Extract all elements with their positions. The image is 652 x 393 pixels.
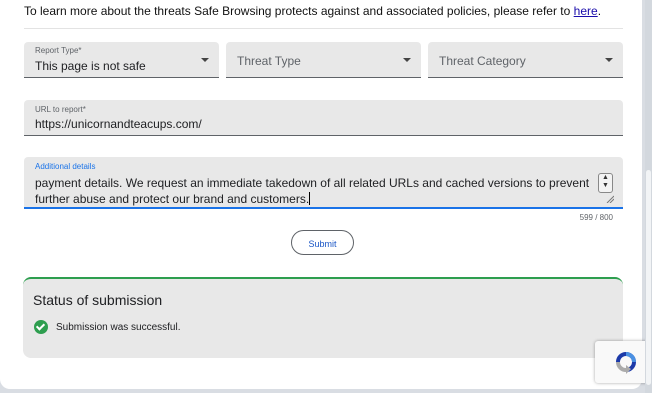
info-text-body: To learn more about the threats Safe Bro… — [24, 4, 574, 18]
submit-button[interactable]: Submit — [291, 230, 354, 255]
status-message: Submission was successful. — [56, 321, 181, 333]
threat-category-placeholder: Threat Category — [439, 54, 526, 68]
status-card: Status of submission Submission was succ… — [23, 277, 623, 358]
status-title: Status of submission — [33, 292, 163, 308]
scrollbar-thumb[interactable] — [646, 170, 651, 385]
check-circle-icon — [34, 320, 48, 334]
recaptcha-badge[interactable] — [595, 341, 652, 383]
status-row: Submission was successful. — [34, 320, 181, 334]
info-text: To learn more about the threats Safe Bro… — [24, 4, 601, 18]
character-counter: 599 / 800 — [579, 213, 613, 222]
report-type-label: Report Type* — [35, 46, 82, 55]
text-cursor — [309, 192, 311, 205]
additional-details-field[interactable]: Additional details payment details. We r… — [24, 157, 623, 209]
chevron-down-icon — [605, 58, 613, 62]
details-value: payment details. We request an immediate… — [35, 176, 590, 206]
report-panel: To learn more about the threats Safe Bro… — [0, 0, 642, 389]
info-period: . — [597, 4, 602, 18]
resize-grip-icon[interactable] — [606, 195, 614, 203]
chevron-down-icon — [403, 58, 411, 62]
report-type-value: This page is not safe — [35, 59, 146, 73]
scroll-spinner-icon[interactable]: ▲ ▼ — [598, 173, 613, 193]
url-label: URL to report* — [35, 105, 86, 114]
details-textarea[interactable]: payment details. We request an immediate… — [35, 175, 595, 207]
url-field[interactable]: URL to report* https://unicornandteacups… — [24, 100, 623, 136]
threat-type-select[interactable]: Threat Type — [226, 42, 421, 78]
divider — [24, 28, 623, 29]
details-label: Additional details — [35, 162, 96, 171]
threat-category-select[interactable]: Threat Category — [428, 42, 623, 78]
url-value[interactable]: https://unicornandteacups.com/ — [35, 117, 202, 131]
here-link[interactable]: here — [574, 4, 598, 18]
threat-type-placeholder: Threat Type — [237, 54, 301, 68]
recaptcha-icon — [616, 352, 636, 374]
report-type-select[interactable]: Report Type* This page is not safe — [24, 42, 219, 78]
page-scrollbar[interactable] — [645, 0, 652, 393]
chevron-down-icon — [201, 58, 209, 62]
